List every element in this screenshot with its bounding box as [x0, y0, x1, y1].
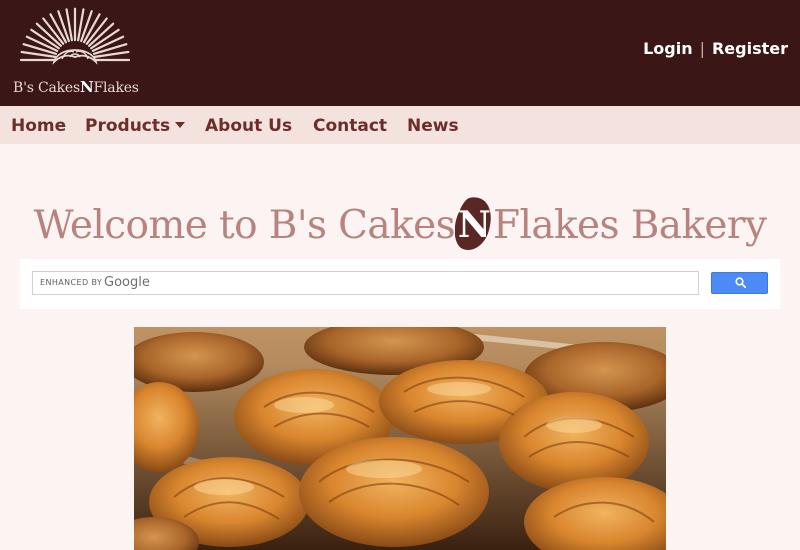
hero-image	[134, 327, 666, 550]
n-badge-icon: N	[454, 196, 493, 252]
page-title-prefix: Welcome to B's Cakes	[33, 203, 456, 248]
search-provider-label: Google	[104, 275, 150, 290]
login-link[interactable]: Login	[643, 39, 693, 58]
auth-links: Login | Register	[643, 39, 788, 58]
nav-item-about-us[interactable]: About Us	[205, 116, 292, 136]
search-input[interactable]: ENHANCED BY Google	[32, 271, 699, 295]
n-badge-letter: N	[457, 204, 491, 246]
search-enhanced-by: ENHANCED BY	[40, 278, 103, 287]
search-icon	[735, 277, 746, 288]
logo-text-part2: Flakes	[93, 80, 139, 96]
nav-item-products[interactable]: Products	[85, 116, 186, 136]
chevron-down-icon	[175, 121, 186, 128]
nav-item-products-label: Products	[85, 116, 171, 136]
nav-item-home[interactable]: Home	[11, 116, 66, 136]
croissant-sunburst-logo-icon	[19, 7, 131, 65]
nav-item-news[interactable]: News	[407, 116, 459, 136]
site-header: B's CakesNFlakes Login | Register	[0, 0, 800, 106]
page-title-suffix: Flakes Bakery	[492, 203, 767, 248]
page-title: Welcome to B's Cakes N Flakes Bakery	[0, 196, 800, 252]
logo-wordmark: B's CakesNFlakes	[13, 78, 139, 96]
logo-text-part1: B's Cakes	[13, 80, 80, 96]
main-nav: Home Products About Us Contact News	[0, 106, 800, 144]
search-panel: ENHANCED BY Google	[20, 259, 780, 309]
nav-item-contact[interactable]: Contact	[313, 116, 387, 136]
auth-separator: |	[699, 39, 705, 58]
logo-text-n: N	[79, 78, 94, 96]
croissants-photo	[134, 327, 666, 550]
search-button[interactable]	[711, 272, 768, 294]
register-link[interactable]: Register	[712, 39, 788, 58]
